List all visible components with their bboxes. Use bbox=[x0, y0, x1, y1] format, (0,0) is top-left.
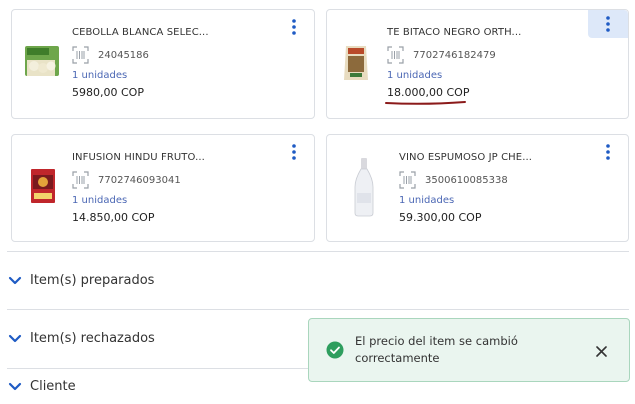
barcode-row: 24045186 bbox=[72, 46, 149, 64]
product-card[interactable]: VINO ESPUMOSO JP CHE... 3500610085338 1 … bbox=[326, 134, 629, 242]
barcode-row: 7702746093041 bbox=[72, 171, 181, 189]
product-price: 59.300,00 COP bbox=[399, 211, 482, 224]
check-circle-icon bbox=[326, 341, 344, 359]
product-name: TE BITACO NEGRO ORTH... bbox=[387, 27, 522, 38]
barcode-icon bbox=[387, 46, 404, 64]
product-thumbnail bbox=[354, 158, 374, 217]
section-prepared-items[interactable]: Item(s) preparados bbox=[7, 251, 629, 309]
product-thumbnail bbox=[25, 46, 59, 76]
product-quantity: 1 unidades bbox=[387, 70, 443, 81]
chevron-down-icon bbox=[8, 276, 22, 284]
product-thumbnail bbox=[31, 169, 55, 203]
more-options-button[interactable] bbox=[596, 140, 620, 164]
product-price: 5980,00 COP bbox=[72, 86, 144, 99]
barcode-icon bbox=[72, 46, 89, 64]
kebab-icon bbox=[606, 144, 610, 160]
chevron-down-icon bbox=[8, 382, 22, 390]
kebab-icon bbox=[292, 144, 296, 160]
product-name: INFUSION HINDU FRUTO... bbox=[72, 152, 205, 163]
more-options-button[interactable] bbox=[282, 15, 306, 39]
product-code: 3500610085338 bbox=[425, 174, 508, 186]
price-underline bbox=[385, 101, 466, 105]
product-card[interactable]: INFUSION HINDU FRUTO... 7702746093041 1 … bbox=[11, 134, 315, 242]
close-icon bbox=[595, 345, 607, 357]
barcode-icon bbox=[72, 171, 89, 189]
product-name: VINO ESPUMOSO JP CHE... bbox=[399, 152, 533, 163]
product-quantity: 1 unidades bbox=[72, 195, 128, 206]
kebab-icon bbox=[606, 16, 610, 32]
barcode-row: 7702746182479 bbox=[387, 46, 496, 64]
toast-message: El precio del item se cambió correctamen… bbox=[355, 334, 518, 365]
product-thumbnail bbox=[344, 46, 368, 80]
product-price: 18.000,00 COP bbox=[387, 86, 470, 99]
product-card[interactable]: CEBOLLA BLANCA SELEC... 24045186 1 unida… bbox=[11, 9, 315, 119]
barcode-row: 3500610085338 bbox=[399, 171, 508, 189]
product-quantity: 1 unidades bbox=[399, 195, 455, 206]
more-options-button[interactable] bbox=[282, 140, 306, 164]
success-toast: El precio del item se cambió correctamen… bbox=[308, 318, 630, 382]
product-card[interactable]: TE BITACO NEGRO ORTH... 7702746182479 1 … bbox=[326, 9, 629, 119]
more-options-button[interactable] bbox=[588, 10, 628, 38]
chevron-down-icon bbox=[8, 334, 22, 342]
product-code: 7702746182479 bbox=[413, 49, 496, 61]
kebab-icon bbox=[292, 19, 296, 35]
product-code: 7702746093041 bbox=[98, 174, 181, 186]
barcode-icon bbox=[399, 171, 416, 189]
section-label: Item(s) preparados bbox=[30, 273, 155, 288]
close-toast-button[interactable] bbox=[591, 341, 611, 361]
product-code: 24045186 bbox=[98, 49, 149, 61]
product-price: 14.850,00 COP bbox=[72, 211, 155, 224]
product-name: CEBOLLA BLANCA SELEC... bbox=[72, 27, 209, 38]
section-label: Item(s) rechazados bbox=[30, 331, 155, 346]
section-label: Cliente bbox=[30, 379, 76, 394]
product-quantity: 1 unidades bbox=[72, 70, 128, 81]
